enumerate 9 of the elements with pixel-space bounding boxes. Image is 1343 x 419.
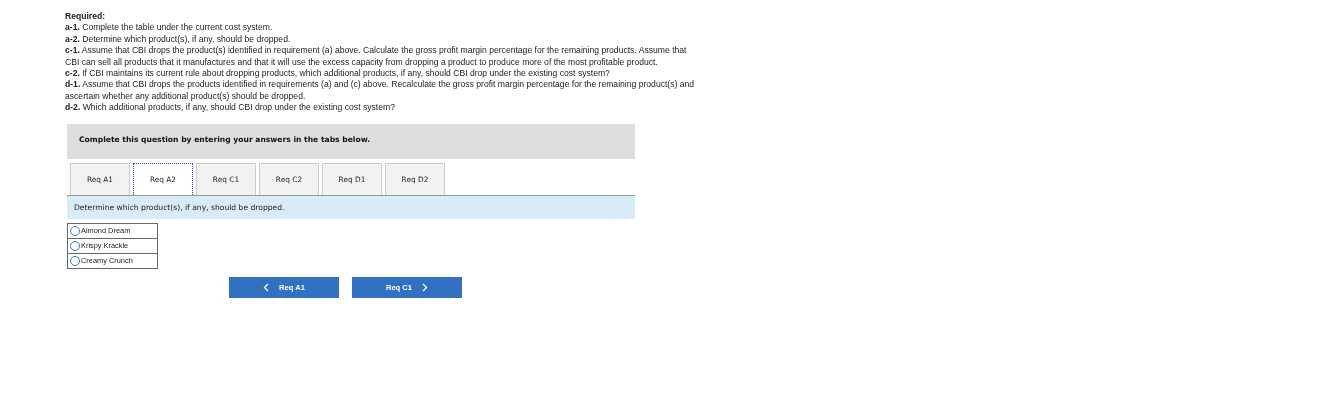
requirement-text: d-2. Which additional products, if any, should CBI drop under the existing cost system?	[65, 102, 396, 114]
chevron-right-icon	[422, 282, 429, 292]
required-heading: Required:	[65, 11, 107, 23]
requirement-text: c-2. If CBI maintains its current rule about dropping products, which additional products, if any, should CBI drop under the existing cost system?	[65, 68, 611, 80]
requirement-text: a-2. Determine which product(s), if any, should be dropped.	[65, 33, 292, 46]
requirement-text: c-1. Assume that CBI drops the product(s) identified in requirement (a) above. Calculate the gross profit margin percentage for the remaining products. Assume that CBI can sell all products that it manufactures and that it will use the excess capacity from dropping a product to produce more of the most profitable product.	[65, 45, 688, 69]
requirement-text: a-1. Complete the table under the current cost system.	[65, 22, 274, 34]
requirement-text: d-1. Assume that CBI drops the products identified in requirements (a) and (c) above. Recalculate the gross profit margin percentage for the remaining product(s) and ascertain whether any additional product(s) should be dropped.	[65, 79, 696, 103]
chevron-left-icon	[263, 282, 270, 292]
